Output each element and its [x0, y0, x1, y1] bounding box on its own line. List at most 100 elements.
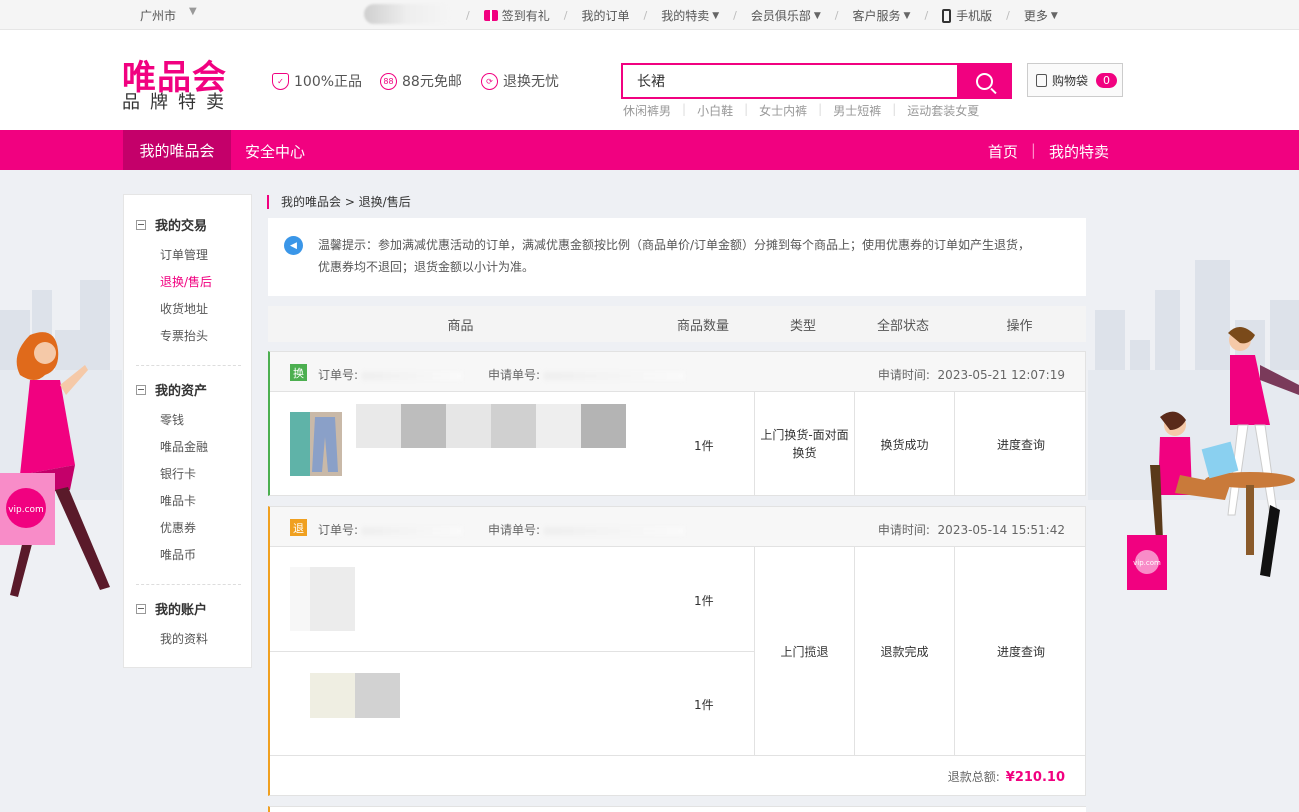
- logo-slogan: 品牌特卖: [122, 92, 234, 113]
- chevron-down-icon: ▼: [903, 10, 911, 21]
- hotword-link[interactable]: 男士短裤: [833, 102, 881, 119]
- order-header: 换 订单号: 申请单号: 申请时间: 2023-05-21 12:07:19: [270, 352, 1085, 392]
- bag-logo-text: vip.com: [1133, 559, 1161, 567]
- breadcrumb: 我的唯品会 > 退换/售后: [267, 195, 411, 209]
- site-header: 唯品会 品牌特卖 ✓ 100%正品 88 88元免邮 ⟳ 退换无忧 休闲裤男| …: [0, 30, 1299, 130]
- sidebar-item-vip-coins[interactable]: 唯品币: [160, 542, 208, 569]
- next-order-card: [268, 806, 1086, 812]
- nav-home[interactable]: 首页: [988, 141, 1018, 162]
- shopping-lady-illustration: vip.com: [0, 332, 110, 597]
- collapse-icon[interactable]: [136, 603, 146, 614]
- search-input[interactable]: [623, 65, 957, 97]
- 88-badge-icon: 88: [380, 72, 397, 90]
- notice-line-2: 优惠券均不退回；退货金额以小计为准。: [318, 260, 535, 274]
- order-type: 上门揽退: [754, 547, 854, 755]
- sidebar-item-bank-card[interactable]: 银行卡: [160, 461, 208, 488]
- product-thumbnail[interactable]: [290, 567, 355, 631]
- shopping-bag-icon: [1036, 73, 1047, 87]
- mobile-version-link[interactable]: 手机版: [942, 7, 992, 24]
- account-sidebar: 我的交易 订单管理 退换/售后 收货地址 专票抬头 我的资产 零钱 唯品金融 银…: [123, 194, 252, 668]
- notice-line-1: 温馨提示：参加满减优惠活动的订单，满减优惠金额按比例（商品单价/订单金额）分摊到…: [318, 238, 1031, 252]
- hotword-link[interactable]: 小白鞋: [697, 102, 733, 119]
- hotword-link[interactable]: 运动套装女夏: [907, 102, 979, 119]
- sidebar-item-change[interactable]: 零钱: [160, 407, 208, 434]
- my-sales-menu[interactable]: 我的特卖 ▼: [661, 7, 719, 24]
- shopping-bag-button[interactable]: 购物袋 0: [1027, 63, 1123, 97]
- chevron-down-icon: ▼: [712, 10, 720, 21]
- sidebar-item-profile[interactable]: 我的资料: [160, 626, 208, 653]
- product-thumbnail[interactable]: [310, 673, 400, 718]
- customer-service-menu[interactable]: 客户服务 ▼: [853, 7, 911, 24]
- hot-search-words: 休闲裤男 | 小白鞋 | 女士内裤 | 男士短裤 | 运动套装女夏: [623, 102, 980, 119]
- mobile-icon: [942, 8, 952, 23]
- chevron-down-icon: ▼: [813, 10, 821, 21]
- nav-my-vip[interactable]: 我的唯品会: [123, 130, 231, 170]
- sidebar-item-vip-card[interactable]: 唯品卡: [160, 488, 208, 515]
- product-thumbnail[interactable]: [290, 412, 342, 476]
- collapse-icon[interactable]: [136, 219, 146, 230]
- sidebar-item-order-management[interactable]: 订单管理: [160, 242, 212, 269]
- col-type: 类型: [789, 318, 816, 334]
- search-button[interactable]: [957, 63, 1012, 99]
- order-number: 订单号:: [318, 521, 462, 538]
- cafe-ladies-illustration: vip.com: [1127, 326, 1299, 590]
- main-nav: 我的唯品会 安全中心 首页 | 我的特卖: [0, 130, 1299, 170]
- apply-time: 申请时间: 2023-05-14 15:51:42: [877, 523, 1065, 537]
- order-status: 退款完成: [854, 547, 954, 755]
- col-product: 商品: [447, 318, 474, 334]
- promise-free-shipping: 88 88元免邮: [380, 71, 462, 91]
- city-selector[interactable]: 广州市: [140, 7, 176, 24]
- more-menu[interactable]: 更多 ▼: [1024, 7, 1058, 24]
- signin-gift-link[interactable]: 签到有礼: [483, 7, 550, 24]
- shield-icon: ✓: [272, 72, 289, 90]
- col-quantity: 商品数量: [676, 318, 729, 334]
- apply-number: 申请单号:: [488, 366, 684, 383]
- sidebar-item-coupons[interactable]: 优惠券: [160, 515, 208, 542]
- top-bar: 广州市 ▼ / 签到有礼 / 我的订单 / 我的特卖 ▼ / 会员俱乐部 ▼ / 客…: [0, 0, 1299, 30]
- return-tag: 退: [290, 519, 307, 536]
- quantity: 1件: [694, 594, 714, 608]
- my-orders-link[interactable]: 我的订单: [581, 7, 629, 24]
- notice-box: ◀ 温馨提示：参加满减优惠活动的订单，满减优惠金额按比例（商品单价/订单金额）分…: [268, 218, 1086, 296]
- chevron-down-icon: ▼: [1050, 10, 1058, 21]
- bag-logo-text: vip.com: [8, 505, 44, 515]
- quantity: 1件: [694, 698, 714, 712]
- collapse-icon[interactable]: [136, 384, 146, 395]
- col-action: 操作: [1006, 318, 1033, 334]
- nav-my-sales[interactable]: 我的特卖: [1049, 141, 1109, 162]
- product-title-blurred[interactable]: [356, 404, 626, 448]
- sidebar-item-invoice-title[interactable]: 专票抬头: [160, 323, 212, 350]
- promise-returns: ⟳ 退换无忧: [481, 71, 559, 91]
- sidebar-item-finance[interactable]: 唯品金融: [160, 434, 208, 461]
- nav-security-center[interactable]: 安全中心: [245, 141, 305, 162]
- sidebar-item-returns[interactable]: 退换/售后: [160, 269, 212, 296]
- sidebar-item-address[interactable]: 收货地址: [160, 296, 212, 323]
- search-icon: [976, 72, 993, 90]
- apply-number: 申请单号:: [488, 521, 684, 538]
- apply-time: 申请时间: 2023-05-21 12:07:19: [877, 368, 1065, 382]
- order-card-return: 退 订单号: 申请单号: 申请时间: 2023-05-14 15:51:42 1…: [268, 506, 1086, 796]
- promise-genuine: ✓ 100%正品: [272, 71, 362, 91]
- refund-amount: ¥210.10: [1005, 770, 1065, 785]
- progress-query-link[interactable]: 进度查询: [954, 547, 1087, 755]
- sidebar-group-transactions: 我的交易 订单管理 退换/售后 收货地址 专票抬头: [136, 215, 212, 350]
- hotword-link[interactable]: 女士内裤: [759, 102, 807, 119]
- sidebar-group-account: 我的账户 我的资料: [136, 599, 208, 653]
- table-header: 商品 商品数量 类型 全部状态 操作: [268, 306, 1086, 342]
- member-club-menu[interactable]: 会员俱乐部 ▼: [751, 7, 821, 24]
- sidebar-group-assets: 我的资产 零钱 唯品金融 银行卡 唯品卡 优惠券 唯品币: [136, 380, 208, 569]
- username-blurred: [364, 4, 450, 24]
- chevron-down-icon[interactable]: ▼: [189, 6, 197, 17]
- progress-query-link[interactable]: 进度查询: [954, 392, 1087, 496]
- col-status[interactable]: 全部状态: [853, 315, 953, 334]
- top-nav: / 签到有礼 / 我的订单 / 我的特卖 ▼ / 会员俱乐部 ▼ / 客户服务 ▼ /…: [466, 7, 1058, 24]
- order-type: 上门换货-面对面换货: [754, 392, 854, 496]
- nav-right: 首页 | 我的特卖: [987, 141, 1109, 162]
- gift-icon: [483, 10, 498, 21]
- speaker-icon: ◀: [284, 236, 303, 255]
- order-card-exchange: 换 订单号: 申请单号: 申请时间: 2023-05-21 12:07:19 1…: [268, 351, 1086, 496]
- order-number: 订单号:: [318, 366, 462, 383]
- refund-total: 退款总额: ¥210.10: [947, 770, 1065, 785]
- order-status: 换货成功: [854, 392, 954, 496]
- hotword-link[interactable]: 休闲裤男: [623, 102, 671, 119]
